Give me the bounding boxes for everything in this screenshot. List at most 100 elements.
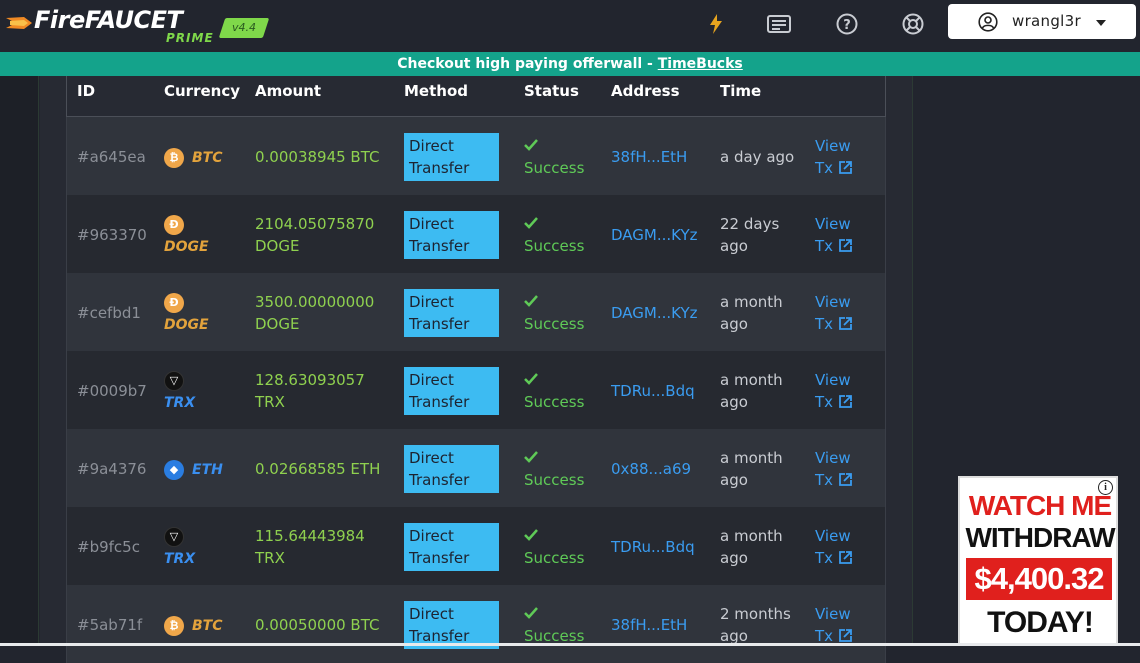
amount-cell: 115.64443984 TRX [255, 527, 365, 567]
status-text: Success [524, 549, 585, 567]
withdrawal-id: #cefbd1 [77, 304, 141, 322]
column-method: Method [404, 82, 468, 100]
coin-icon: ₿ [164, 616, 184, 636]
address-link[interactable]: TDRu...Bdq [611, 380, 695, 402]
status-cell: Success [524, 603, 584, 647]
withdrawal-id: #0009b7 [77, 382, 147, 400]
ad-line-2: WITHDRAW [965, 522, 1115, 553]
check-icon [524, 607, 538, 619]
flame-icon [6, 17, 32, 29]
ad-amount: $4,400.32 [966, 558, 1112, 600]
address-link[interactable]: 38fH...EtH [611, 614, 687, 636]
table-body: #a645ea ₿ BTC 0.00038945 BTC Direct Trans… [66, 117, 886, 663]
coin-icon: ▽ [164, 527, 184, 547]
external-link-icon [839, 161, 852, 174]
left-gutter [0, 76, 39, 646]
method-badge: Direct Transfer [404, 133, 499, 181]
check-icon [524, 217, 538, 229]
timebucks-link[interactable]: TimeBucks [658, 56, 743, 72]
username-label: wrangl3r [1012, 12, 1081, 30]
withdrawals-table: ID Currency Amount Method Status Address… [66, 76, 886, 663]
currency-code: TRX [164, 395, 196, 411]
table-row: #b9fc5c ▽ TRX 115.64443984 TRX Direct Tran… [66, 507, 886, 585]
status-cell: Success [524, 135, 584, 179]
amount-cell: 2104.05075870 DOGE [255, 215, 375, 255]
card-icon[interactable] [767, 12, 791, 36]
help-icon[interactable]: ? [835, 12, 859, 36]
table-row: #cefbd1 Ð DOGE 3500.00000000 DOGE Direct T… [66, 273, 886, 351]
method-badge: Direct Transfer [404, 289, 499, 337]
banner-text: Checkout high paying offerwall - [397, 56, 658, 72]
version-badge: v4.4 [218, 18, 270, 38]
view-tx-link[interactable]: View Tx [815, 135, 852, 179]
status-text: Success [524, 315, 585, 333]
withdraw-ad-banner[interactable]: i WATCH ME WITHDRAW $4,400.32 TODAY! [958, 476, 1118, 646]
column-amount: Amount [255, 82, 322, 100]
time-cell: 22 days ago [720, 215, 780, 255]
currency-code: BTC [192, 618, 223, 634]
user-icon [978, 12, 998, 32]
amount-cell: 0.00050000 BTC [255, 616, 380, 634]
logo-prime: PRIME [166, 31, 214, 45]
address-link[interactable]: DAGM...KYz [611, 302, 698, 324]
view-tx-link[interactable]: View Tx [815, 525, 852, 569]
status-cell: Success [524, 213, 584, 257]
method-badge: Direct Transfer [404, 445, 499, 493]
address-link[interactable]: DAGM...KYz [611, 224, 698, 246]
withdrawal-id: #963370 [77, 226, 147, 244]
table-row: #963370 Ð DOGE 2104.05075870 DOGE Direct T… [66, 195, 886, 273]
user-menu-button[interactable]: wrangl3r [948, 4, 1136, 39]
top-header: FireFAUCET PRIME v4.4 ? wrangl3r [0, 0, 1140, 52]
check-icon [524, 295, 538, 307]
check-icon [524, 373, 538, 385]
firefaucet-logo[interactable]: FireFAUCET PRIME v4.4 [6, 4, 276, 45]
currency-code: TRX [164, 551, 196, 567]
method-badge: Direct Transfer [404, 367, 499, 415]
time-cell: a month ago [720, 293, 783, 333]
external-link-icon [839, 629, 852, 642]
lifebuoy-icon[interactable] [901, 12, 925, 36]
view-tx-link[interactable]: View Tx [815, 603, 852, 647]
method-badge: Direct Transfer [404, 601, 499, 649]
coin-icon: Ð [164, 293, 184, 313]
status-cell: Success [524, 447, 584, 491]
table-row: #5ab71f ₿ BTC 0.00050000 BTC Direct Trans… [66, 585, 886, 663]
status-text: Success [524, 471, 585, 489]
time-cell: a month ago [720, 449, 783, 489]
address-link[interactable]: 38fH...EtH [611, 146, 687, 168]
coin-icon: Ð [164, 215, 184, 235]
currency-code: DOGE [164, 239, 209, 255]
amount-cell: 0.00038945 BTC [255, 148, 380, 166]
address-link[interactable]: TDRu...Bdq [611, 536, 695, 558]
view-tx-link[interactable]: View Tx [815, 213, 852, 257]
time-cell: a month ago [720, 527, 783, 567]
currency-code: BTC [192, 150, 223, 166]
time-cell: a month ago [720, 371, 783, 411]
status-cell: Success [524, 291, 584, 335]
ad-line-4: TODAY! [987, 606, 1094, 639]
column-address: Address [611, 82, 680, 100]
logo-wordmark: FireFAUCET [34, 6, 183, 34]
offerwall-banner: Checkout high paying offerwall - TimeBuc… [0, 52, 1140, 76]
column-time: Time [720, 82, 762, 100]
external-link-icon [839, 395, 852, 408]
withdrawal-id: #b9fc5c [77, 538, 140, 556]
view-tx-link[interactable]: View Tx [815, 291, 852, 335]
check-icon [524, 529, 538, 541]
status-text: Success [524, 159, 585, 177]
view-tx-link[interactable]: View Tx [815, 447, 852, 491]
address-link[interactable]: 0x88...a69 [611, 458, 691, 480]
view-tx-link[interactable]: View Tx [815, 369, 852, 413]
table-header: ID Currency Amount Method Status Address… [66, 76, 886, 117]
status-text: Success [524, 393, 585, 411]
method-badge: Direct Transfer [404, 523, 499, 571]
external-link-icon [839, 551, 852, 564]
column-status: Status [524, 82, 579, 100]
currency-code: ETH [192, 462, 223, 478]
withdrawal-id: #a645ea [77, 148, 146, 166]
external-link-icon [839, 239, 852, 252]
time-cell: a day ago [720, 148, 795, 166]
table-row: #9a4376 ◆ ETH 0.02668585 ETH Direct Trans… [66, 429, 886, 507]
ad-line-1: WATCH ME [968, 490, 1112, 521]
lightning-icon[interactable] [704, 12, 728, 36]
